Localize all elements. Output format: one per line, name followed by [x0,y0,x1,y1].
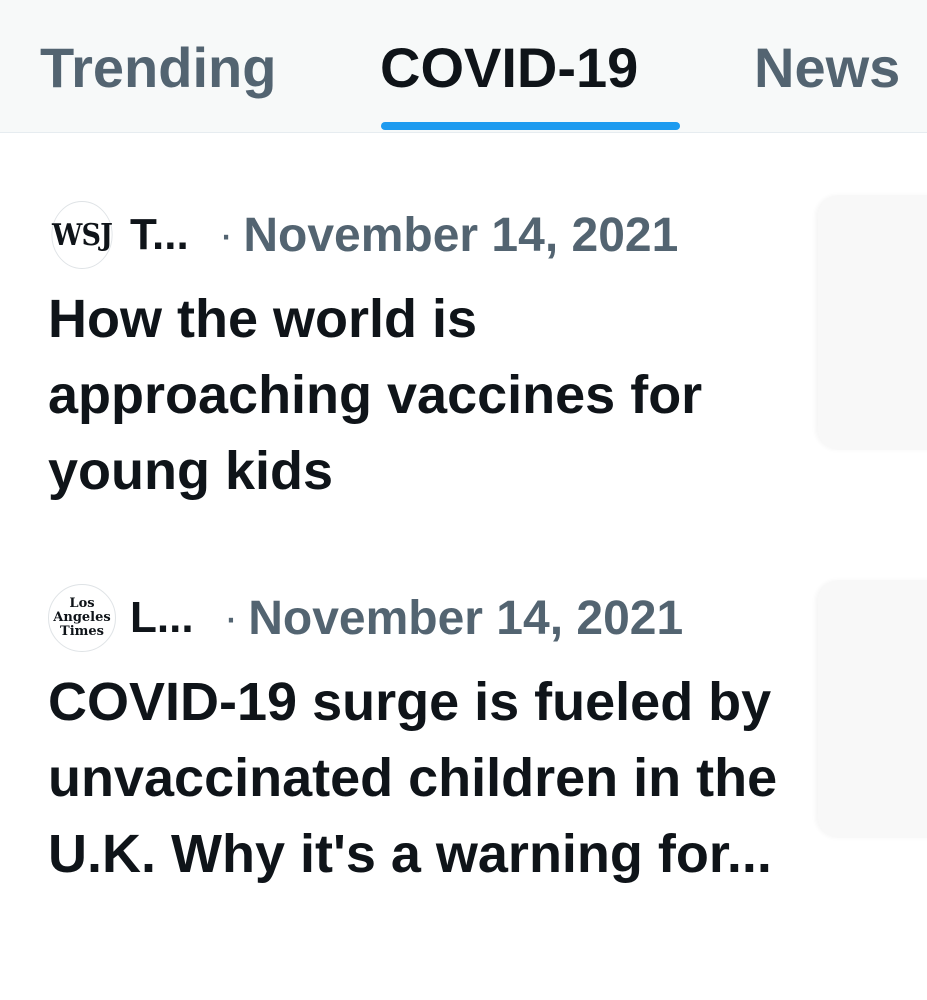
tab-news[interactable]: News [754,36,900,100]
article-meta: Los Angeles Times L... · November 14, 20… [48,584,684,652]
article-meta: WSJ T... · November 14, 2021 [48,201,679,269]
article-thumbnail[interactable] [818,580,927,838]
selected-tab-indicator [381,122,680,130]
article-date: November 14, 2021 [243,208,679,262]
logo-line: Los [69,596,95,611]
article-thumbnail[interactable] [818,195,927,450]
news-article[interactable]: WSJ T... · November 14, 2021 How the wor… [0,195,927,515]
la-times-logo-icon: Los Angeles Times [48,584,116,652]
article-headline[interactable]: How the world is approaching vaccines fo… [48,281,788,509]
logo-line: Times [60,624,104,639]
tab-bar: Trending COVID-19 News [0,0,927,133]
meta-separator: · [223,593,239,642]
logo-line: Angeles [53,610,111,625]
news-article[interactable]: Los Angeles Times L... · November 14, 20… [0,578,927,978]
wsj-logo-icon: WSJ [51,201,113,269]
meta-separator: · [218,210,234,259]
logo-text: WSJ [52,217,113,253]
article-source[interactable]: L... [130,593,194,643]
tab-covid-19[interactable]: COVID-19 [380,36,638,100]
article-source[interactable]: T... [130,210,189,260]
tab-trending[interactable]: Trending [40,36,276,100]
article-date: November 14, 2021 [248,591,684,645]
article-headline[interactable]: COVID-19 surge is fueled by unvaccinated… [48,664,788,892]
